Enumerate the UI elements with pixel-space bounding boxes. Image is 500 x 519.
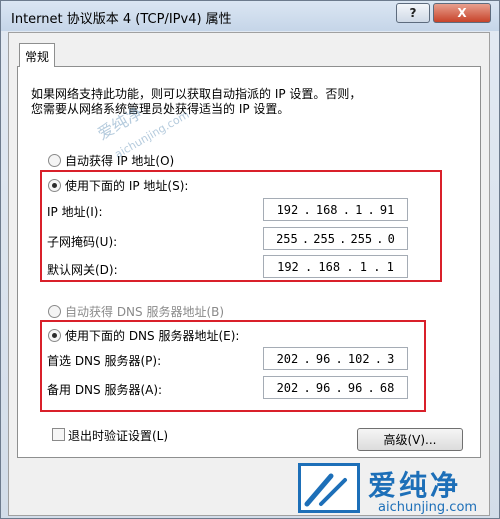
mask-octet: 255 [350,231,373,246]
dns-octet: 96 [315,380,331,395]
brand-name: 爱纯净 [368,469,462,502]
auto-ip-label: 自动获得 IP 地址(O) [65,154,175,168]
subnet-mask-label: 子网掩码(U): [47,235,118,249]
auto-dns-radio[interactable] [48,305,61,318]
manual-dns-radio[interactable] [48,329,61,342]
dns-octet: 102 [347,351,370,366]
validate-on-exit-label: 退出时验证设置(L) [68,429,169,443]
help-button[interactable]: ? [396,3,430,23]
default-gateway-field[interactable]: 192. 168. 1. 1 [263,255,408,278]
manual-dns-radio-row[interactable]: 使用下面的 DNS 服务器地址(E): [48,327,239,344]
brand-logo [298,463,360,513]
advanced-button-label: 高级(V)... [383,433,437,447]
brand-logo-icon [304,473,347,507]
alternate-dns-label: 备用 DNS 服务器(A): [47,383,163,397]
auto-ip-radio[interactable] [48,154,61,167]
close-icon: X [457,6,467,20]
alternate-dns-field[interactable]: 202. 96. 96. 68 [263,376,408,399]
gateway-octet: 192 [277,259,299,274]
validate-on-exit-checkbox[interactable] [52,428,65,441]
description-line-2: 您需要从网络系统管理员处获得适当的 IP 设置。 [31,102,290,116]
manual-ip-radio[interactable] [48,179,61,192]
dns-octet: 202 [276,351,299,366]
ip-octet: 1 [355,202,363,217]
dns-octet: 96 [315,351,331,366]
auto-ip-radio-row[interactable]: 自动获得 IP 地址(O) [48,152,174,169]
manual-dns-label: 使用下面的 DNS 服务器地址(E): [65,329,240,343]
dns-octet: 202 [276,380,299,395]
ip-address-field[interactable]: 192. 168. 1. 91 [263,198,408,221]
gateway-octet: 1 [359,259,367,274]
manual-ip-radio-row[interactable]: 使用下面的 IP 地址(S): [48,177,188,194]
preferred-dns-field[interactable]: 202. 96. 102. 3 [263,347,408,370]
gateway-octet: 168 [318,259,341,274]
ip-octet: 168 [315,202,338,217]
window-title: Internet 协议版本 4 (TCP/IPv4) 属性 [11,12,232,27]
dns-octet: 3 [387,351,395,366]
manual-ip-label: 使用下面的 IP 地址(S): [65,179,189,193]
auto-dns-label: 自动获得 DNS 服务器地址(B) [65,305,225,319]
brand-url: aichunjing.com [378,500,478,515]
tab-general[interactable]: 常规 [19,43,55,67]
title-bar[interactable]: Internet 协议版本 4 (TCP/IPv4) 属性 ? X [1,1,499,31]
dns-octet: 68 [379,380,395,395]
tab-general-label: 常规 [25,50,50,64]
default-gateway-label: 默认网关(D): [47,263,118,277]
mask-octet: 0 [387,231,395,246]
ip-octet: 91 [379,202,395,217]
gateway-octet: 1 [386,259,394,274]
mask-octet: 255 [313,231,335,246]
mask-octet: 255 [276,231,298,246]
dns-octet: 96 [347,380,363,395]
ip-address-label: IP 地址(I): [47,205,103,219]
preferred-dns-label: 首选 DNS 服务器(P): [47,354,162,368]
subnet-mask-field[interactable]: 255. 255. 255. 0 [263,227,408,250]
auto-dns-radio-row[interactable]: 自动获得 DNS 服务器地址(B) [48,303,224,320]
ip-octet: 192 [276,202,299,217]
close-button[interactable]: X [433,3,491,23]
help-icon: ? [409,6,417,20]
advanced-button[interactable]: 高级(V)... [357,428,463,451]
